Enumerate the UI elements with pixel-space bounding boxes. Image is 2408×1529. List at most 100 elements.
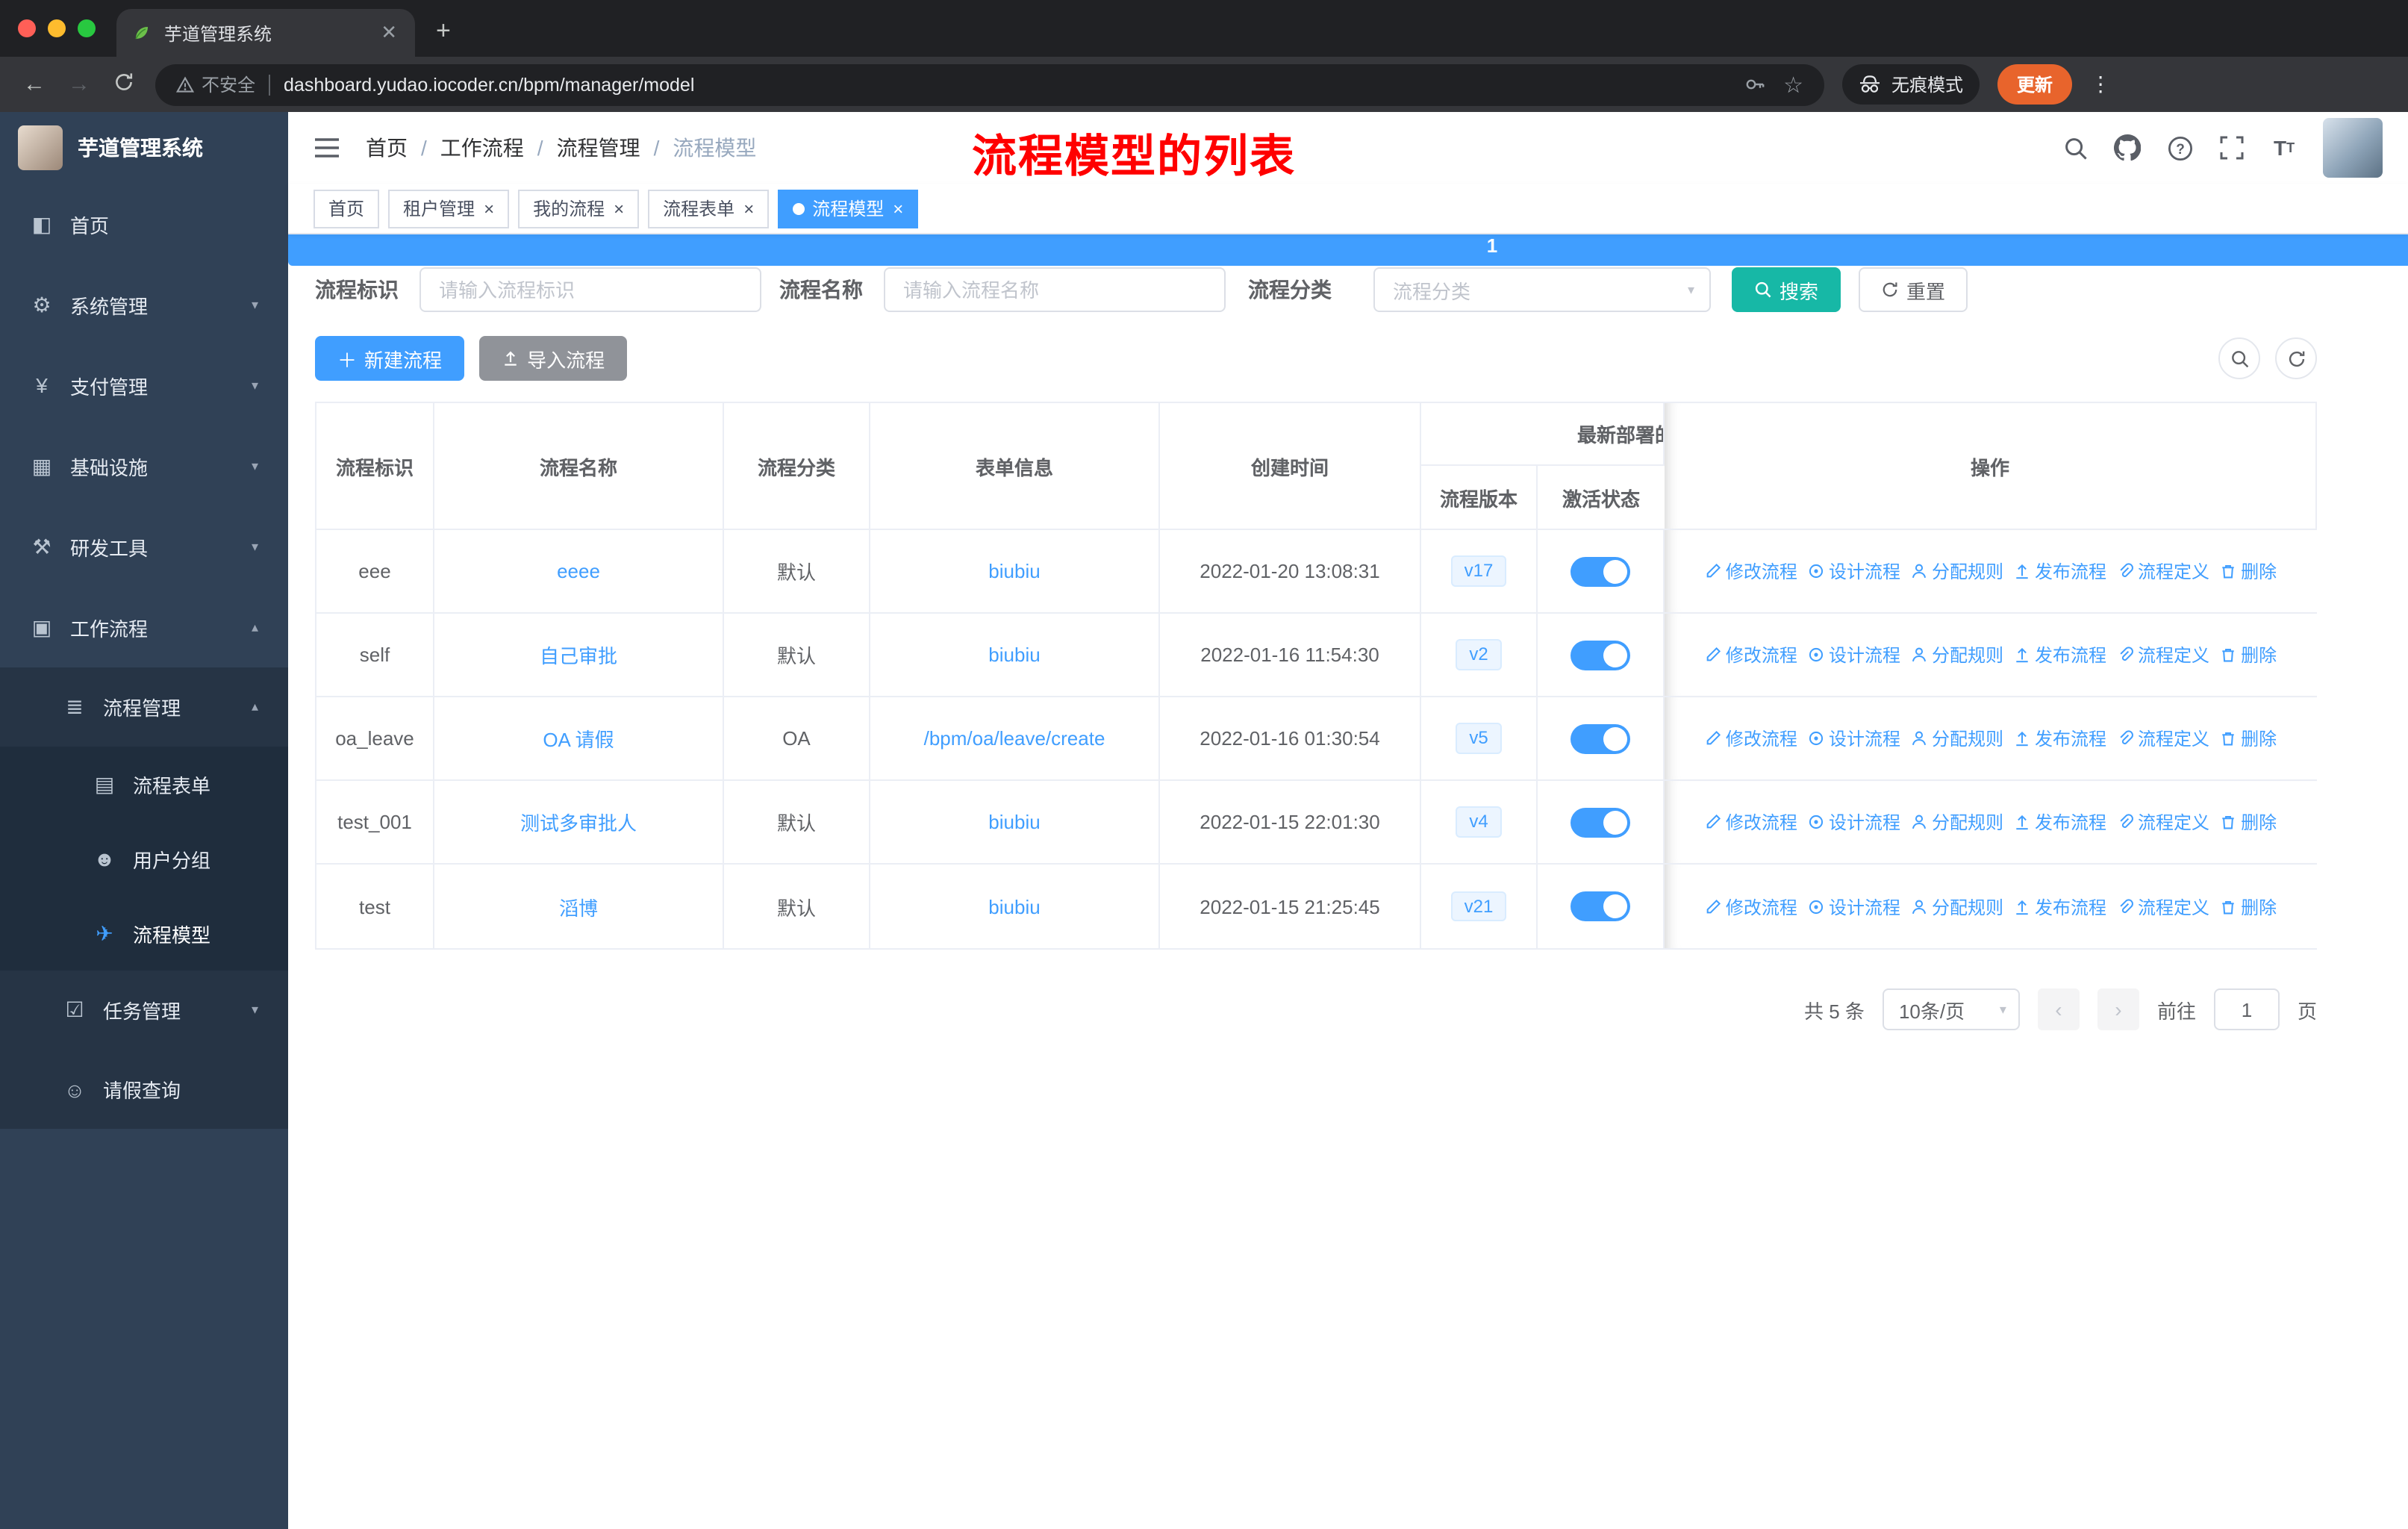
search-icon[interactable]: [2062, 134, 2089, 161]
page-size-select[interactable]: 10条/页 ▾: [1882, 988, 2020, 1030]
breadcrumb-workflow[interactable]: 工作流程: [440, 133, 524, 163]
process-name-link[interactable]: 测试多审批人: [520, 808, 637, 836]
close-icon[interactable]: ×: [484, 198, 494, 219]
sidebar-item-infrastructure[interactable]: ▦ 基础设施 ▾: [0, 426, 288, 506]
form-info-link[interactable]: biubiu: [988, 811, 1040, 833]
action-edit-link[interactable]: 修改流程: [1705, 726, 1797, 751]
breadcrumb-process-management[interactable]: 流程管理: [557, 133, 640, 163]
help-icon[interactable]: ?: [2166, 134, 2193, 161]
action-definition-link[interactable]: 流程定义: [2117, 558, 2209, 584]
show-search-button[interactable]: [2218, 337, 2260, 379]
form-info-link[interactable]: biubiu: [988, 644, 1040, 666]
action-design-link[interactable]: 设计流程: [1808, 642, 1900, 667]
security-warning[interactable]: 不安全: [176, 72, 255, 97]
action-assign-rule-link[interactable]: 分配规则: [1911, 642, 2003, 667]
process-category-select[interactable]: 流程分类 ▾: [1373, 267, 1711, 312]
close-icon[interactable]: ×: [893, 198, 903, 219]
action-edit-link[interactable]: 修改流程: [1705, 894, 1797, 919]
sidebar-item-devtools[interactable]: ⚒ 研发工具 ▾: [0, 506, 288, 587]
sidebar-item-user-group[interactable]: ☻ 用户分组: [0, 821, 288, 896]
action-definition-link[interactable]: 流程定义: [2117, 894, 2209, 919]
url-bar[interactable]: 不安全 dashboard.yudao.iocoder.cn/bpm/manag…: [155, 63, 1824, 105]
process-id-input[interactable]: [419, 267, 761, 312]
action-design-link[interactable]: 设计流程: [1808, 809, 1900, 835]
action-edit-link[interactable]: 修改流程: [1705, 642, 1797, 667]
sidebar-item-process-model[interactable]: ✈ 流程模型: [0, 896, 288, 971]
url-text[interactable]: dashboard.yudao.iocoder.cn/bpm/manager/m…: [284, 74, 1729, 95]
github-icon[interactable]: [2114, 134, 2141, 161]
tag-home[interactable]: 首页: [314, 189, 380, 228]
goto-page-input[interactable]: [2213, 988, 2280, 1030]
action-publish-link[interactable]: 发布流程: [2014, 809, 2106, 835]
tag-my-process[interactable]: 我的流程 ×: [518, 189, 640, 228]
action-publish-link[interactable]: 发布流程: [2014, 726, 2106, 751]
action-definition-link[interactable]: 流程定义: [2117, 809, 2209, 835]
sidebar-item-task-management[interactable]: ☑ 任务管理 ▾: [0, 971, 288, 1050]
key-icon[interactable]: [1743, 73, 1765, 96]
action-delete-link[interactable]: 删除: [2220, 558, 2277, 584]
process-name-input[interactable]: [884, 267, 1226, 312]
action-design-link[interactable]: 设计流程: [1808, 726, 1900, 751]
tab-close-icon[interactable]: ✕: [378, 21, 400, 45]
next-page-button[interactable]: ›: [2097, 988, 2139, 1030]
action-assign-rule-link[interactable]: 分配规则: [1911, 558, 2003, 584]
action-design-link[interactable]: 设计流程: [1808, 558, 1900, 584]
action-design-link[interactable]: 设计流程: [1808, 894, 1900, 919]
close-icon[interactable]: ×: [614, 198, 624, 219]
hamburger-icon[interactable]: [314, 137, 340, 158]
search-button[interactable]: 搜索: [1732, 267, 1841, 312]
sidebar-item-leave-query[interactable]: ☺ 请假查询: [0, 1050, 288, 1129]
update-button[interactable]: 更新: [1997, 64, 2073, 105]
process-name-link[interactable]: OA 请假: [543, 724, 614, 753]
browser-tab[interactable]: 芋道管理系统 ✕: [116, 9, 415, 57]
sidebar-item-home[interactable]: ◧ 首页: [0, 184, 288, 264]
action-edit-link[interactable]: 修改流程: [1705, 558, 1797, 584]
forward-icon[interactable]: →: [66, 72, 93, 97]
new-tab-button[interactable]: +: [436, 16, 451, 46]
create-process-button[interactable]: ＋ 新建流程: [315, 336, 465, 381]
tag-tenant[interactable]: 租户管理 ×: [388, 189, 510, 228]
user-avatar[interactable]: [2323, 118, 2383, 178]
active-toggle[interactable]: [1570, 891, 1630, 921]
tag-process-form[interactable]: 流程表单 ×: [648, 189, 770, 228]
zoom-window-button[interactable]: [78, 19, 96, 37]
fullscreen-icon[interactable]: [2218, 134, 2245, 161]
action-publish-link[interactable]: 发布流程: [2014, 894, 2106, 919]
action-delete-link[interactable]: 删除: [2220, 642, 2277, 667]
active-toggle[interactable]: [1570, 807, 1630, 837]
active-toggle[interactable]: [1570, 723, 1630, 753]
action-publish-link[interactable]: 发布流程: [2014, 642, 2106, 667]
form-info-link[interactable]: /bpm/oa/leave/create: [924, 727, 1105, 750]
form-info-link[interactable]: biubiu: [988, 895, 1040, 918]
sidebar-item-payment[interactable]: ¥ 支付管理 ▾: [0, 345, 288, 426]
sidebar-logo[interactable]: 芋道管理系统: [0, 112, 288, 184]
font-size-icon[interactable]: TT: [2271, 134, 2298, 161]
breadcrumb-home[interactable]: 首页: [366, 133, 408, 163]
form-info-link[interactable]: biubiu: [988, 560, 1040, 582]
minimize-window-button[interactable]: [48, 19, 66, 37]
sidebar-item-workflow[interactable]: ▣ 工作流程 ▴: [0, 587, 288, 667]
refresh-table-button[interactable]: [2275, 337, 2317, 379]
action-definition-link[interactable]: 流程定义: [2117, 726, 2209, 751]
action-assign-rule-link[interactable]: 分配规则: [1911, 894, 2003, 919]
process-name-link[interactable]: 滔博: [559, 892, 598, 921]
action-publish-link[interactable]: 发布流程: [2014, 558, 2106, 584]
action-definition-link[interactable]: 流程定义: [2117, 642, 2209, 667]
process-name-link[interactable]: 自己审批: [540, 641, 617, 669]
prev-page-button[interactable]: ‹: [2037, 988, 2080, 1030]
bookmark-star-icon[interactable]: ☆: [1783, 71, 1803, 98]
sidebar-item-process-form[interactable]: ▤ 流程表单: [0, 747, 288, 821]
close-icon[interactable]: ×: [743, 198, 754, 219]
import-process-button[interactable]: 导入流程: [479, 336, 628, 381]
reset-button[interactable]: 重置: [1859, 267, 1968, 312]
action-delete-link[interactable]: 删除: [2220, 726, 2277, 751]
action-edit-link[interactable]: 修改流程: [1705, 809, 1797, 835]
browser-menu-icon[interactable]: ⋮: [2090, 72, 2111, 97]
active-toggle[interactable]: [1570, 556, 1630, 586]
reload-icon[interactable]: [110, 71, 137, 98]
process-name-link[interactable]: eeee: [557, 560, 600, 582]
action-delete-link[interactable]: 删除: [2220, 894, 2277, 919]
sidebar-item-system[interactable]: ⚙ 系统管理 ▾: [0, 264, 288, 345]
close-window-button[interactable]: [18, 19, 36, 37]
tag-process-model[interactable]: 流程模型 ×: [778, 189, 919, 228]
